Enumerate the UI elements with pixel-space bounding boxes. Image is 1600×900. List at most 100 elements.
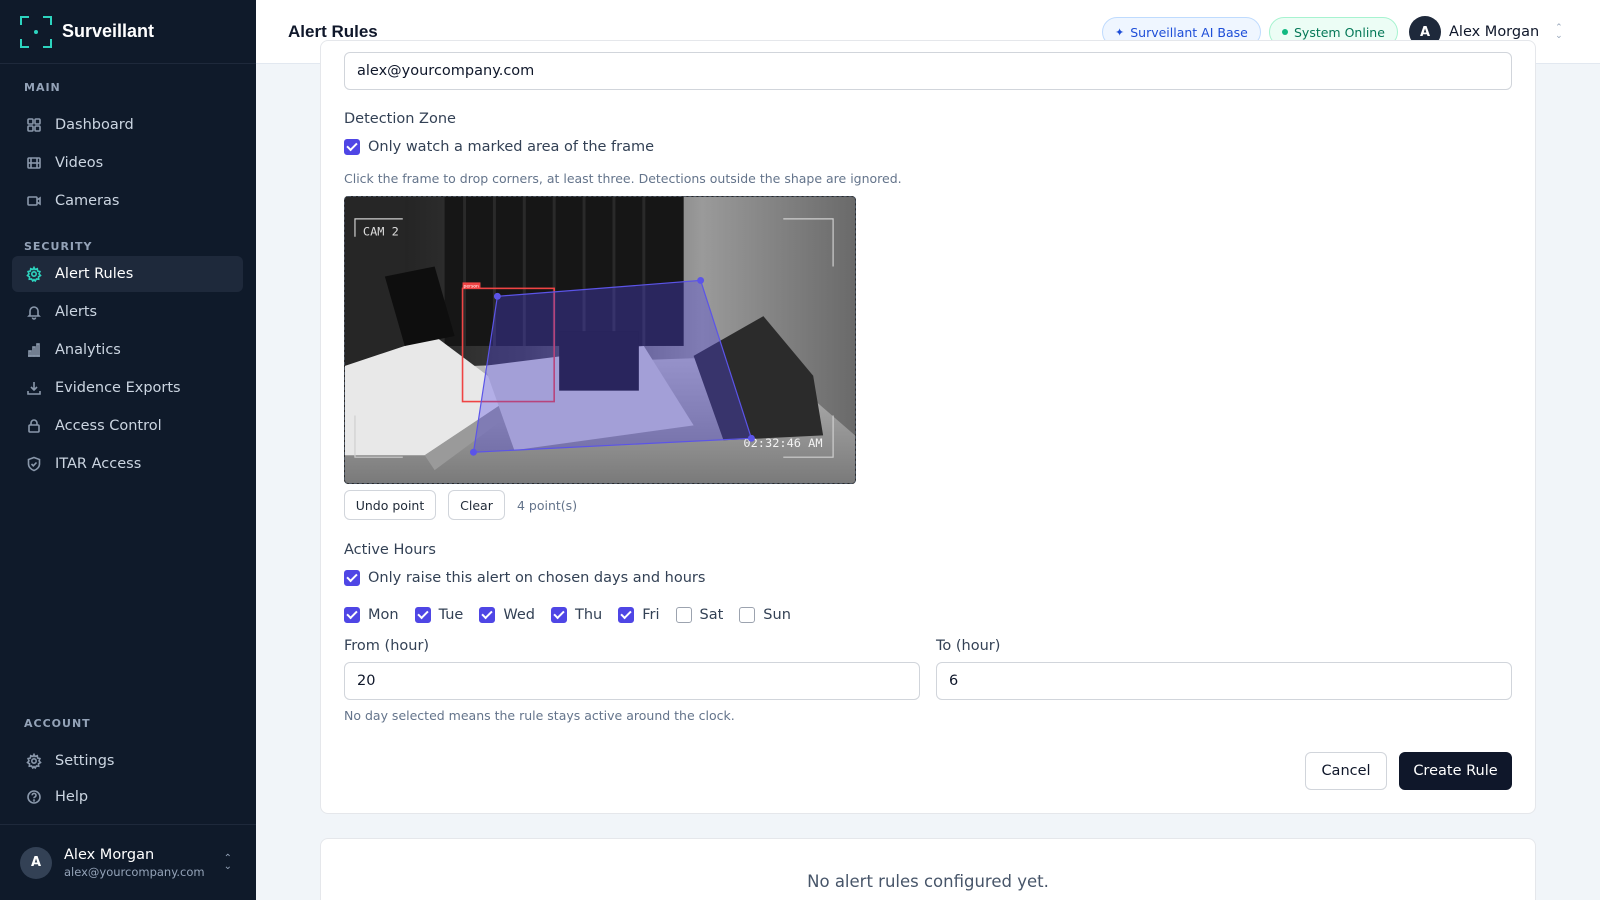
camera-label: CAM 2 <box>363 225 399 239</box>
status-label: System Online <box>1294 24 1385 40</box>
day-label: Sun <box>763 607 791 623</box>
camera-frame[interactable]: CAM 2 02:32:46 AM person <box>344 196 856 484</box>
zone-point[interactable] <box>493 292 501 300</box>
day-sat[interactable]: Sat <box>675 607 724 623</box>
bar-chart-icon <box>26 342 42 358</box>
nav-section-security: SECURITY <box>24 240 93 253</box>
sidebar-item-label: Evidence Exports <box>55 380 181 396</box>
day-label: Tue <box>438 607 464 623</box>
avatar: A <box>20 846 52 879</box>
page-title: Alert Rules <box>288 21 378 41</box>
zone-hint: Click the frame to drop corners, at leas… <box>344 171 902 186</box>
sidebar-item-label: ITAR Access <box>55 456 142 472</box>
checkbox-icon <box>739 607 756 623</box>
sidebar-item-help[interactable]: Help <box>12 779 243 815</box>
nav-section-main: MAIN <box>24 81 61 94</box>
shield-icon <box>26 456 42 472</box>
detection-tag-label: person <box>464 283 480 289</box>
cancel-button[interactable]: Cancel <box>1305 752 1387 790</box>
from-hour-label: From (hour) <box>344 638 430 654</box>
email-field[interactable]: alex@yourcompany.com <box>344 52 1512 90</box>
checkbox-icon <box>618 607 635 623</box>
sparkle-icon: ✦ <box>1115 25 1125 39</box>
hours-checkbox-label: Only raise this alert on chosen days and… <box>368 570 706 586</box>
checkbox-icon <box>414 607 431 623</box>
sidebar-item-label: Help <box>55 789 89 805</box>
sidebar-item-label: Settings <box>55 753 115 769</box>
ai-badge-label: Surveillant AI Base <box>1130 24 1248 40</box>
chevron-up-down-icon: ⌃ ⌄ <box>223 853 232 872</box>
sidebar-item-dashboard[interactable]: Dashboard <box>12 107 243 143</box>
bell-icon <box>26 304 42 320</box>
empty-rules-message: No alert rules configured yet. <box>807 872 1049 891</box>
day-selector: Mon Tue Wed Thu Fri Sat Sun <box>344 607 807 623</box>
detection-zone-label: Detection Zone <box>344 111 456 127</box>
sidebar-item-settings[interactable]: Settings <box>12 743 243 779</box>
grid-icon <box>26 117 42 133</box>
sidebar-item-videos[interactable]: Videos <box>12 145 243 181</box>
sidebar-item-access-control[interactable]: Access Control <box>12 408 243 444</box>
checkbox-icon <box>344 139 360 155</box>
undo-point-button[interactable]: Undo point <box>344 490 436 520</box>
sidebar: Surveillant MAIN Dashboard Videos Camera… <box>0 0 256 900</box>
from-hour-input[interactable]: 20 <box>344 662 920 700</box>
sidebar-item-itar-access[interactable]: ITAR Access <box>12 446 243 482</box>
camera-icon <box>26 193 42 209</box>
sidebar-item-alert-rules[interactable]: Alert Rules <box>12 256 243 292</box>
sidebar-item-label: Dashboard <box>55 117 134 133</box>
sidebar-item-label: Access Control <box>55 418 162 434</box>
point-count: 4 point(s) <box>517 498 578 513</box>
checkbox-icon <box>344 570 360 586</box>
sidebar-item-label: Analytics <box>55 342 121 358</box>
brand[interactable]: Surveillant <box>0 0 256 64</box>
lock-icon <box>26 418 42 434</box>
checkbox-icon <box>675 607 692 623</box>
zone-point[interactable] <box>697 276 705 284</box>
sidebar-item-label: Cameras <box>55 193 120 209</box>
logo-icon <box>20 15 52 48</box>
hours-hint: No day selected means the rule stays act… <box>344 708 735 723</box>
day-sun[interactable]: Sun <box>739 607 791 623</box>
gear-icon <box>26 266 42 282</box>
day-fri[interactable]: Fri <box>618 607 660 623</box>
sidebar-user-menu[interactable]: A Alex Morgan alex@yourcompany.com ⌃ ⌄ <box>0 824 256 900</box>
to-hour-input[interactable]: 6 <box>936 662 1512 700</box>
user-email: alex@yourcompany.com <box>64 864 205 879</box>
sidebar-item-evidence-exports[interactable]: Evidence Exports <box>12 370 243 406</box>
checkbox-icon <box>344 607 360 623</box>
sidebar-item-label: Alert Rules <box>55 266 134 282</box>
sidebar-item-analytics[interactable]: Analytics <box>12 332 243 368</box>
day-label: Thu <box>574 607 603 623</box>
day-wed[interactable]: Wed <box>479 607 535 623</box>
create-rule-button[interactable]: Create Rule <box>1399 752 1512 790</box>
zone-point[interactable] <box>470 448 477 456</box>
sidebar-item-alerts[interactable]: Alerts <box>12 294 243 330</box>
chevron-up-down-icon: ⌃ ⌄ <box>1555 23 1563 41</box>
to-hour-label: To (hour) <box>936 638 1001 654</box>
app-name: Surveillant <box>62 21 155 41</box>
status-dot-icon <box>1282 29 1288 35</box>
user-name: Alex Morgan <box>64 846 155 863</box>
camera-timestamp: 02:32:46 AM <box>743 436 822 450</box>
zone-checkbox[interactable]: Only watch a marked area of the frame <box>344 139 654 155</box>
film-icon <box>26 155 42 171</box>
gear-icon <box>26 753 42 769</box>
download-icon <box>26 380 42 396</box>
day-tue[interactable]: Tue <box>414 607 464 623</box>
zone-point[interactable] <box>747 434 755 442</box>
sidebar-item-label: Videos <box>55 155 104 171</box>
sidebar-item-label: Alerts <box>55 304 98 320</box>
day-thu[interactable]: Thu <box>550 607 603 623</box>
day-label: Sat <box>699 607 724 623</box>
user-name: Alex Morgan <box>1449 24 1540 40</box>
nav-section-account: ACCOUNT <box>24 717 91 730</box>
hours-checkbox[interactable]: Only raise this alert on chosen days and… <box>344 570 705 586</box>
day-label: Fri <box>642 607 660 623</box>
day-label: Mon <box>368 607 399 623</box>
zone-checkbox-label: Only watch a marked area of the frame <box>368 139 655 155</box>
day-mon[interactable]: Mon <box>344 607 399 623</box>
day-label: Wed <box>503 607 535 623</box>
sidebar-item-cameras[interactable]: Cameras <box>12 183 243 219</box>
help-circle-icon <box>26 789 42 805</box>
clear-button[interactable]: Clear <box>448 490 505 520</box>
